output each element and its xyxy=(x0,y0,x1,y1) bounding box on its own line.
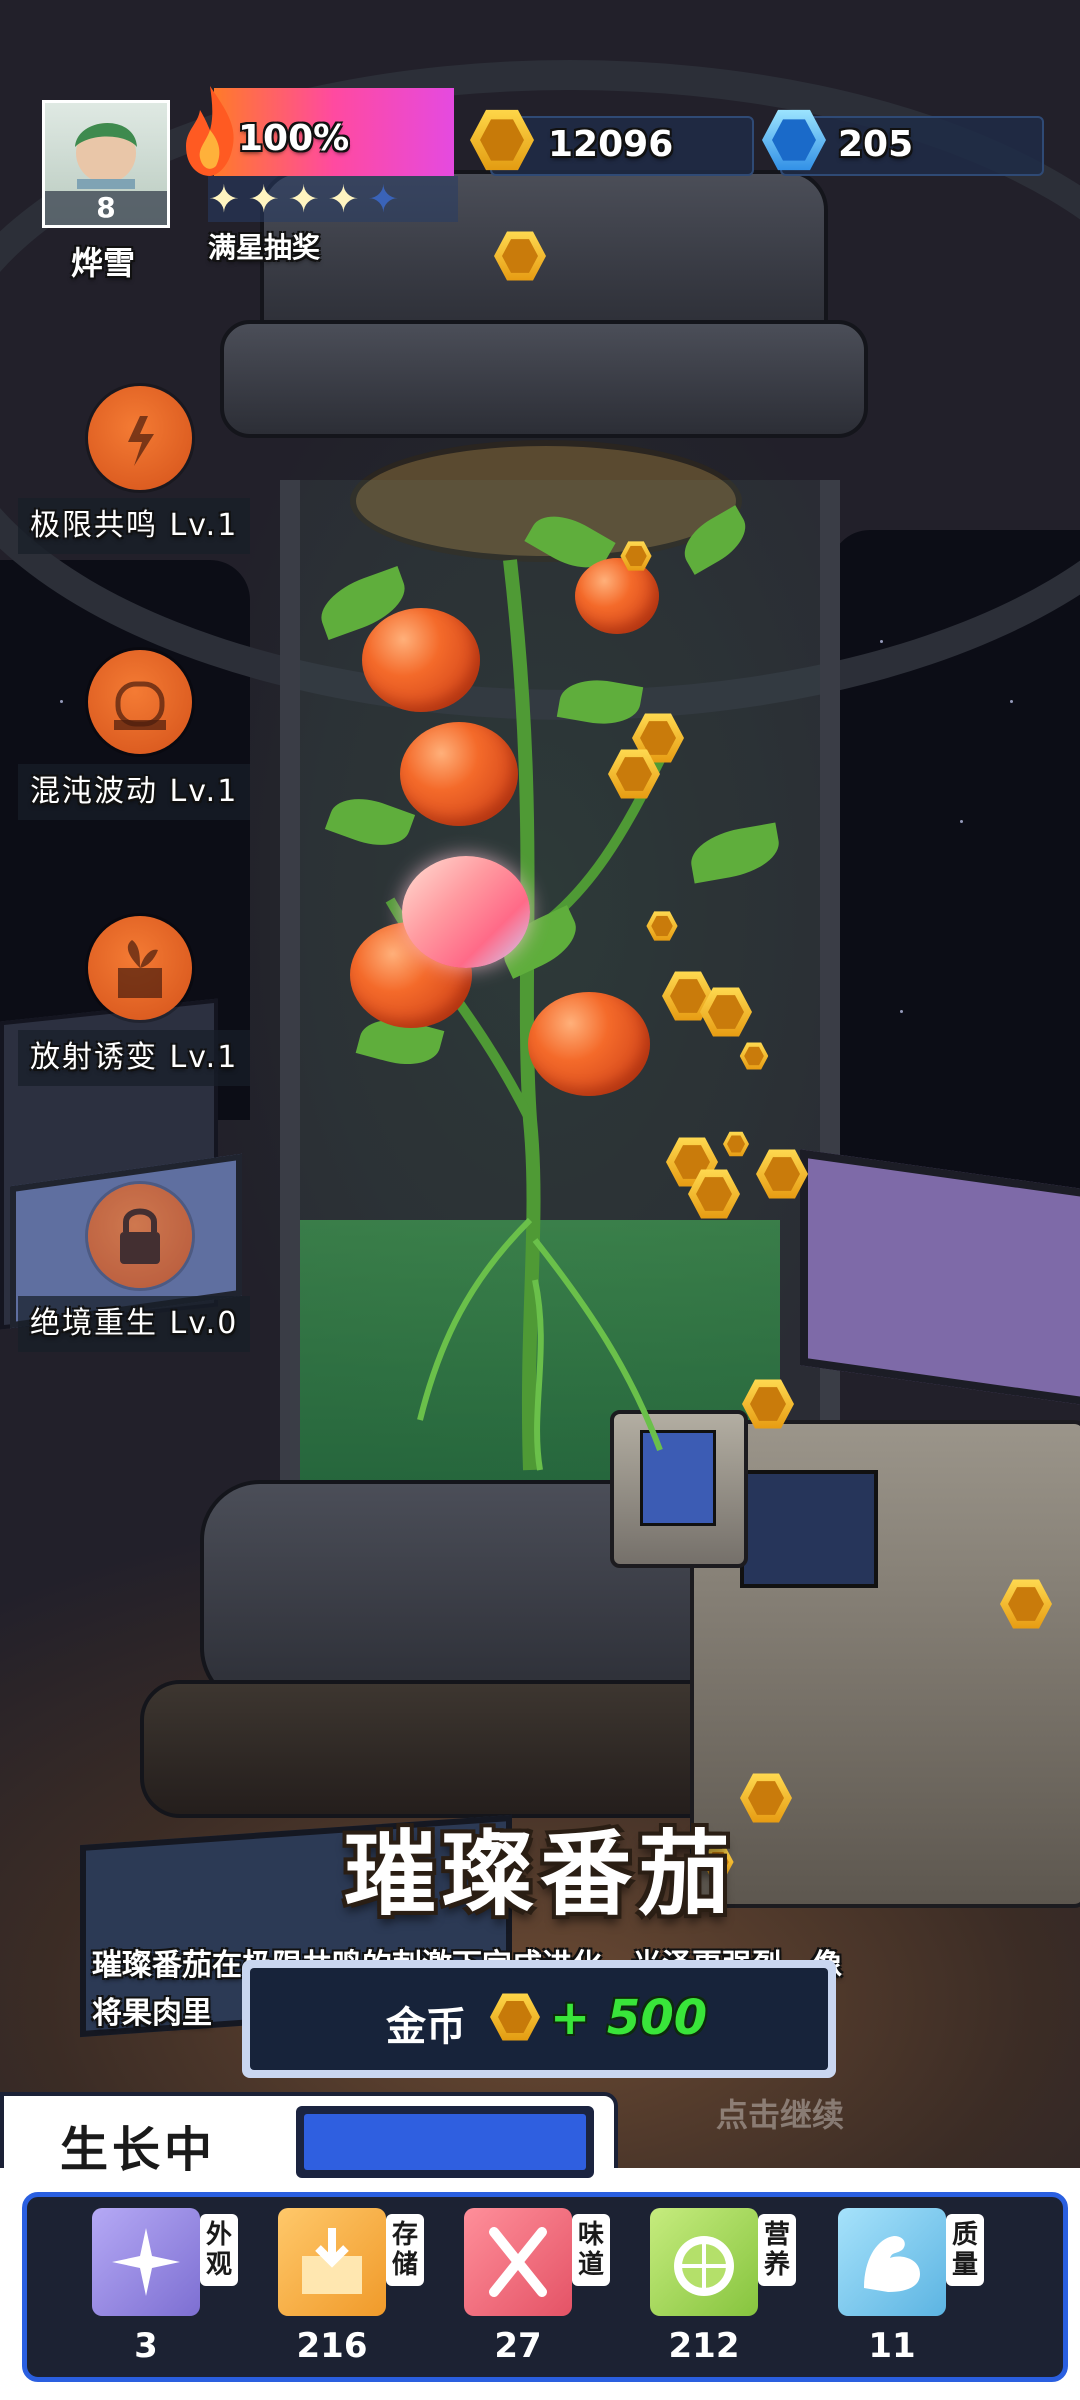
tomato-fruit xyxy=(400,722,518,826)
star-icon: ✦ xyxy=(208,177,248,221)
star-icon: ✦ xyxy=(327,177,368,221)
avatar-portrait xyxy=(75,122,137,189)
stat-nutrition-icon-box[interactable] xyxy=(650,2208,758,2316)
storage-box-icon xyxy=(302,2228,362,2294)
energy-percent: 100% xyxy=(238,118,350,159)
stat-appearance-value: 3 xyxy=(134,2326,158,2366)
skill-chaos-button[interactable] xyxy=(88,650,192,754)
stat-storage-icon-box[interactable] xyxy=(278,2208,386,2316)
reward-label: 金币 xyxy=(386,2004,466,2050)
stat-quality-value: 11 xyxy=(868,2326,916,2366)
skill-chaos-label: 混沌波动 Lv.1 xyxy=(18,764,251,820)
plant-name-title: 璀璨番茄 xyxy=(343,1821,736,1928)
fork-spoon-icon xyxy=(489,2227,547,2297)
stat-quality-tag: 质量 xyxy=(946,2214,984,2286)
skill-mutation-button[interactable] xyxy=(88,916,192,1020)
star-icon: ✦ xyxy=(247,177,288,221)
stat-taste-value: 27 xyxy=(494,2326,542,2366)
stat-appearance-icon-box[interactable] xyxy=(92,2208,200,2316)
star-icon-empty: ✦ xyxy=(367,177,408,221)
fire-icon xyxy=(180,80,240,180)
lightning-fruit-icon xyxy=(128,416,154,466)
lottery-label[interactable]: 满星抽奖 xyxy=(208,226,320,266)
skill-resonance-label: 极限共鸣 Lv.1 xyxy=(18,498,251,554)
reward-box xyxy=(242,1960,836,2078)
skill-rebirth-button[interactable] xyxy=(88,1184,192,1288)
stat-storage-tag: 存储 xyxy=(386,2214,424,2286)
star-rating: ✦✦✦✦✦ xyxy=(208,176,458,222)
plant-description-line2: 将果肉里 xyxy=(92,1996,212,2031)
growth-status-label: 生长中 xyxy=(60,2122,217,2178)
star-icon: ✦ xyxy=(287,177,328,221)
growth-progress-fill xyxy=(304,2114,586,2170)
growth-progress-bar xyxy=(296,2106,594,2178)
crystal-tomato xyxy=(402,856,530,968)
stat-quality-icon-box[interactable] xyxy=(838,2208,946,2316)
lemon-icon xyxy=(674,2236,734,2296)
stat-nutrition-tag: 营养 xyxy=(758,2214,796,2286)
player-name: 烨雪 xyxy=(70,244,135,282)
player-level: 8 xyxy=(45,191,167,225)
sparkle-icon xyxy=(112,2228,180,2296)
tomato-fruit xyxy=(528,992,650,1096)
skill-rebirth-label: 绝境重生 Lv.0 xyxy=(18,1296,251,1352)
stat-taste-icon-box[interactable] xyxy=(464,2208,572,2316)
stat-appearance-tag: 外观 xyxy=(200,2214,238,2286)
skill-resonance-button[interactable] xyxy=(88,386,192,490)
gem-amount: 205 xyxy=(838,124,914,165)
gold-amount: 12096 xyxy=(548,124,674,165)
reward-amount: + 500 xyxy=(550,1990,708,2046)
skill-mutation-label: 放射诱变 Lv.1 xyxy=(18,1030,251,1086)
lock-icon xyxy=(120,1208,160,1264)
plant-pod-icon xyxy=(114,681,166,730)
sprout-box-icon xyxy=(118,940,162,998)
player-avatar[interactable]: 8 xyxy=(42,100,170,228)
stat-storage-value: 216 xyxy=(296,2326,368,2366)
stat-nutrition-value: 212 xyxy=(668,2326,740,2366)
tomato-fruit xyxy=(362,608,480,712)
stat-taste-tag: 味道 xyxy=(572,2214,610,2286)
muscle-icon xyxy=(864,2236,920,2292)
tomato-fruit xyxy=(575,558,659,634)
